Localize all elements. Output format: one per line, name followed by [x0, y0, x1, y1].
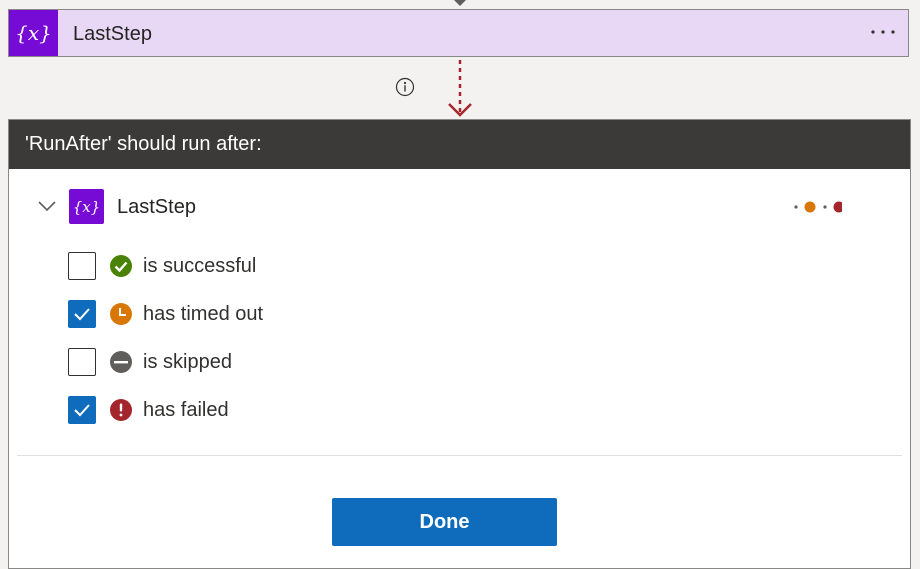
divider	[17, 455, 902, 456]
run-after-panel: 'RunAfter' should run after: {x} LastSte…	[8, 119, 911, 569]
option-row-is-successful: is successful	[68, 251, 256, 281]
action-card-laststep[interactable]: {x} LastStep	[8, 9, 909, 57]
checkmark-icon	[74, 404, 90, 417]
option-label: is skipped	[143, 350, 232, 373]
clock-icon	[110, 303, 132, 325]
incoming-arrow-icon	[454, 0, 466, 6]
success-check-icon	[110, 255, 132, 277]
run-after-connector-arrow	[448, 60, 472, 117]
option-row-is-skipped: is skipped	[68, 347, 232, 377]
chevron-down-icon[interactable]	[37, 199, 57, 213]
option-row-has-timed-out: has timed out	[68, 299, 263, 329]
action-card-title: LastStep	[73, 23, 152, 45]
variable-icon: {x}	[69, 189, 104, 224]
is-skipped-checkbox[interactable]	[68, 348, 96, 376]
info-icon[interactable]	[395, 77, 415, 97]
error-icon	[110, 399, 132, 421]
variable-icon: {x}	[9, 10, 58, 56]
option-row-has-failed: has failed	[68, 395, 229, 425]
done-button[interactable]: Done	[332, 498, 557, 546]
is-successful-checkbox[interactable]	[68, 252, 96, 280]
ellipsis-icon	[871, 30, 895, 34]
option-label: is successful	[143, 254, 257, 277]
has-failed-checkbox[interactable]	[68, 396, 96, 424]
has-timed-out-checkbox[interactable]	[68, 300, 96, 328]
checkmark-icon	[74, 308, 90, 321]
step-name: LastStep	[117, 196, 196, 218]
panel-header: 'RunAfter' should run after:	[9, 120, 910, 169]
skip-icon	[110, 351, 132, 373]
panel-header-title: 'RunAfter' should run after:	[25, 133, 262, 155]
status-dots-indicator	[794, 201, 842, 213]
more-options-button[interactable]	[868, 21, 898, 43]
option-label: has failed	[143, 398, 229, 421]
option-label: has timed out	[143, 302, 264, 325]
